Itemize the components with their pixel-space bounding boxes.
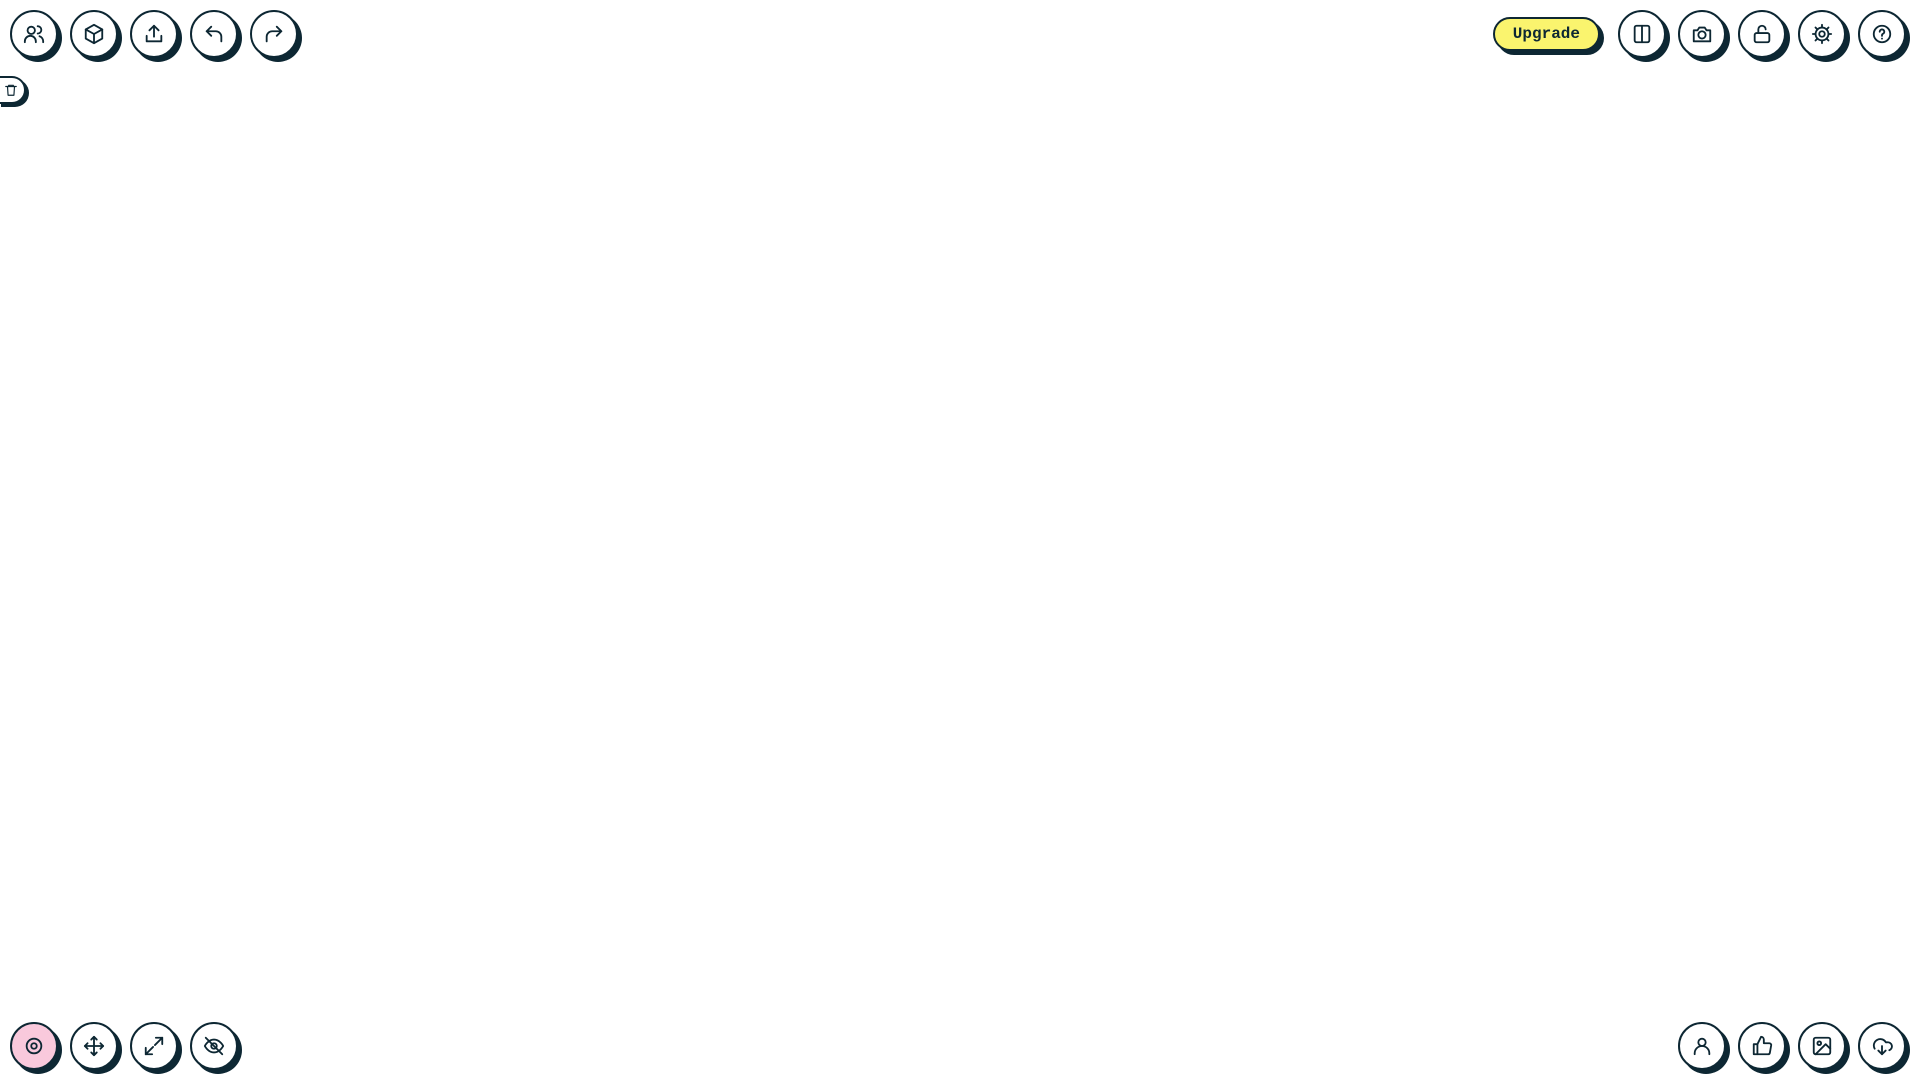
- move-icon: [83, 1035, 105, 1057]
- trash-icon: [5, 84, 17, 96]
- expand-icon: [144, 1036, 164, 1056]
- lock-button[interactable]: [1738, 10, 1786, 58]
- undo-button[interactable]: [190, 10, 238, 58]
- gear-icon: [1811, 23, 1833, 45]
- upload-icon: [145, 24, 163, 43]
- camera-icon: [1692, 26, 1712, 43]
- user-button[interactable]: [1678, 1022, 1726, 1070]
- help-icon: [1872, 24, 1892, 44]
- unlock-icon: [1753, 24, 1771, 44]
- upload-button[interactable]: [130, 10, 178, 58]
- expand-button[interactable]: [130, 1022, 178, 1070]
- target-icon: [25, 1037, 43, 1055]
- top-right-toolbar: Upgrade: [1492, 10, 1910, 58]
- settings-button[interactable]: [1798, 10, 1846, 58]
- user-icon: [1693, 1037, 1711, 1056]
- like-button[interactable]: [1738, 1022, 1786, 1070]
- image-icon: [1812, 1036, 1832, 1056]
- users-icon: [23, 25, 45, 44]
- canvas[interactable]: [0, 0, 1920, 1080]
- undo-icon: [205, 25, 223, 43]
- thumbs-up-icon: [1752, 1035, 1773, 1056]
- redo-button[interactable]: [250, 10, 298, 58]
- help-button[interactable]: [1858, 10, 1906, 58]
- users-button[interactable]: [10, 10, 58, 58]
- split-view-button[interactable]: [1618, 10, 1666, 58]
- upgrade-button[interactable]: Upgrade: [1492, 17, 1600, 51]
- download-button[interactable]: [1858, 1022, 1906, 1070]
- redo-icon: [265, 25, 283, 43]
- cloud-download-icon: [1872, 1038, 1893, 1056]
- 3d-model-button[interactable]: [70, 10, 118, 58]
- image-button[interactable]: [1798, 1022, 1846, 1070]
- camera-button[interactable]: [1678, 10, 1726, 58]
- bottom-right-toolbar: [1678, 1022, 1910, 1070]
- top-left-toolbar: [10, 10, 302, 58]
- cube-icon: [84, 23, 104, 45]
- move-button[interactable]: [70, 1022, 118, 1070]
- split-view-icon: [1633, 24, 1651, 44]
- bottom-left-toolbar: [10, 1022, 242, 1070]
- target-button[interactable]: [10, 1022, 58, 1070]
- eye-off-icon: [203, 1036, 225, 1056]
- hide-button[interactable]: [190, 1022, 238, 1070]
